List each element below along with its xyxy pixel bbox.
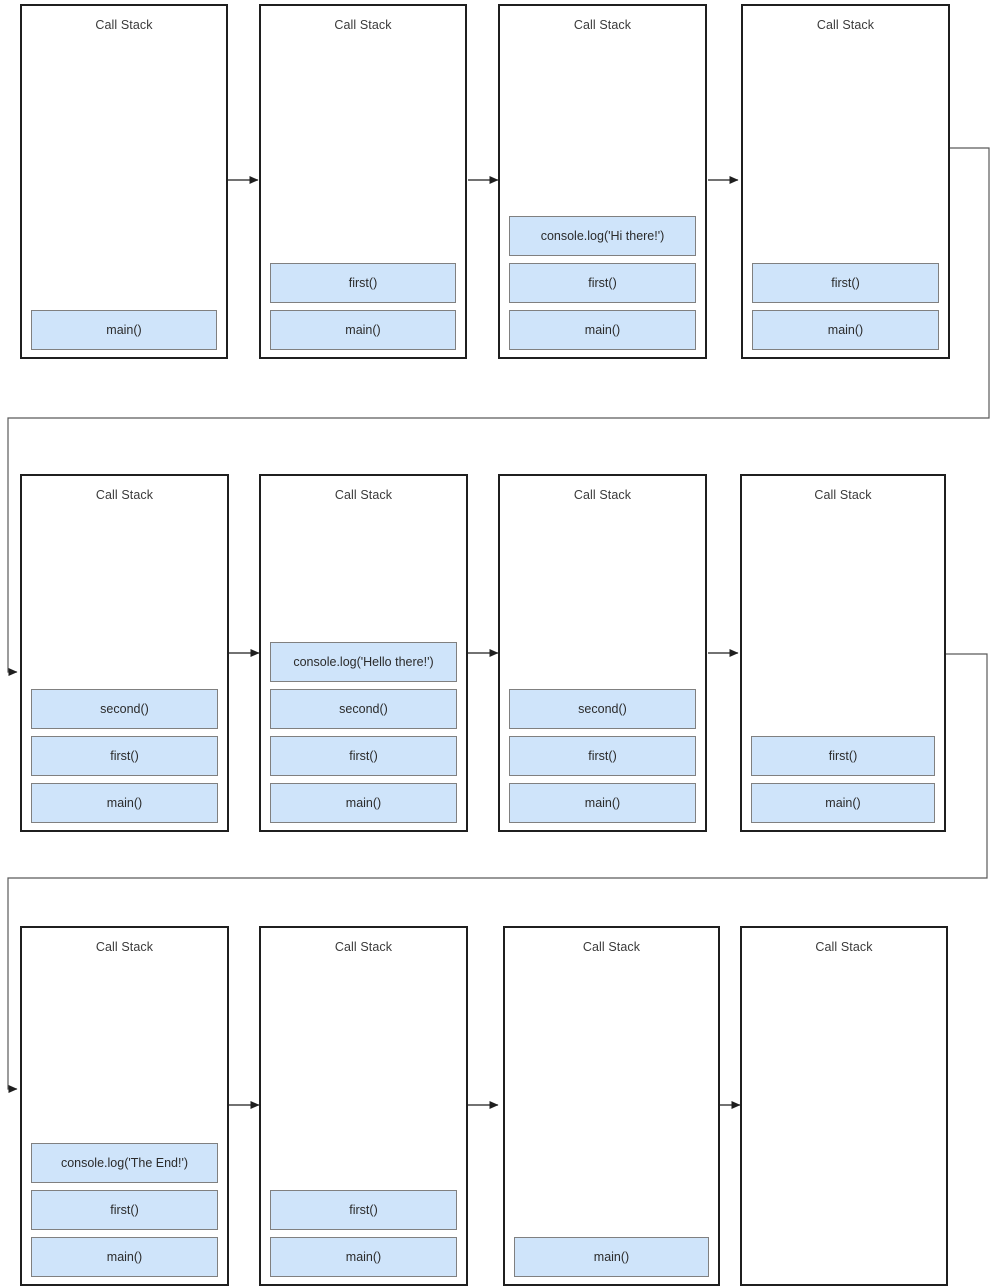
panel-title: Call Stack: [573, 488, 632, 502]
panel-title: Call Stack: [582, 940, 641, 954]
stack-frames: first() main(): [270, 263, 456, 350]
stack-frame: first(): [31, 1190, 218, 1230]
call-stack-panel-r2p1: Call Stack second() first() main(): [20, 474, 229, 832]
stack-frames: first() main(): [270, 1190, 457, 1277]
panel-title: Call Stack: [334, 940, 393, 954]
stack-frame: first(): [509, 736, 696, 776]
panel-title: Call Stack: [816, 18, 875, 32]
stack-frame: main(): [31, 1237, 218, 1277]
stack-frame: main(): [509, 783, 696, 823]
call-stack-panel-r3p4: Call Stack: [740, 926, 948, 1286]
stack-frames: second() first() main(): [509, 689, 696, 823]
call-stack-panel-r2p3: Call Stack second() first() main(): [498, 474, 707, 832]
stack-frame: first(): [270, 1190, 457, 1230]
panel-title: Call Stack: [573, 18, 632, 32]
panel-title: Call Stack: [814, 488, 872, 502]
stack-frame: main(): [270, 783, 457, 823]
stack-frame: main(): [514, 1237, 709, 1277]
call-stack-panel-r1p3: Call Stack console.log('Hi there!') firs…: [498, 4, 707, 359]
stack-frame: main(): [751, 783, 935, 823]
stack-frame: main(): [31, 310, 217, 350]
stack-frame: first(): [751, 736, 935, 776]
stack-frames: console.log('Hi there!') first() main(): [509, 216, 696, 350]
stack-frame: main(): [31, 783, 218, 823]
stack-frame: second(): [31, 689, 218, 729]
call-stack-panel-r1p2: Call Stack first() main(): [259, 4, 467, 359]
stack-frame: main(): [270, 1237, 457, 1277]
stack-frame: first(): [270, 263, 456, 303]
stack-frame: main(): [509, 310, 696, 350]
stack-frames: first() main(): [751, 736, 935, 823]
stack-frames: console.log('The End!') first() main(): [31, 1143, 218, 1277]
call-stack-panel-r2p2: Call Stack console.log('Hello there!') s…: [259, 474, 468, 832]
stack-frame: first(): [752, 263, 939, 303]
stack-frame: console.log('The End!'): [31, 1143, 218, 1183]
panel-title: Call Stack: [334, 18, 392, 32]
stack-frames: console.log('Hello there!') second() fir…: [270, 642, 457, 823]
call-stack-diagram: Call Stack main() Call Stack first() mai…: [0, 0, 1000, 1286]
call-stack-panel-r3p1: Call Stack console.log('The End!') first…: [20, 926, 229, 1286]
panel-title: Call Stack: [815, 940, 873, 954]
panel-title: Call Stack: [95, 940, 154, 954]
stack-frame: first(): [270, 736, 457, 776]
call-stack-panel-r1p4: Call Stack first() main(): [741, 4, 950, 359]
stack-frame: second(): [270, 689, 457, 729]
stack-frame: first(): [31, 736, 218, 776]
stack-frame: main(): [752, 310, 939, 350]
stack-frame: first(): [509, 263, 696, 303]
panel-title: Call Stack: [95, 18, 153, 32]
stack-frame: main(): [270, 310, 456, 350]
stack-frame: second(): [509, 689, 696, 729]
stack-frames: second() first() main(): [31, 689, 218, 823]
stack-frame: console.log('Hi there!'): [509, 216, 696, 256]
panel-title: Call Stack: [95, 488, 154, 502]
stack-frames: main(): [514, 1237, 709, 1277]
stack-frames: main(): [31, 310, 217, 350]
stack-frame: console.log('Hello there!'): [270, 642, 457, 682]
call-stack-panel-r3p3: Call Stack main(): [503, 926, 720, 1286]
call-stack-panel-r3p2: Call Stack first() main(): [259, 926, 468, 1286]
call-stack-panel-r1p1: Call Stack main(): [20, 4, 228, 359]
panel-title: Call Stack: [334, 488, 393, 502]
stack-frames: first() main(): [752, 263, 939, 350]
call-stack-panel-r2p4: Call Stack first() main(): [740, 474, 946, 832]
